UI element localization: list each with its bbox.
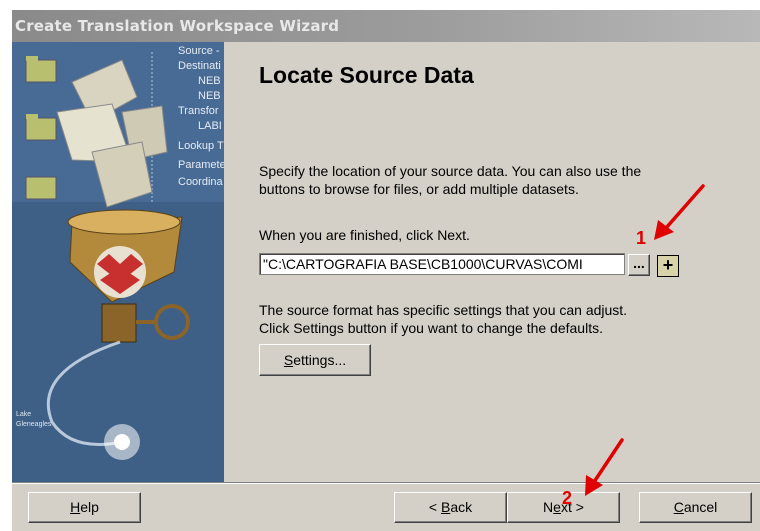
folder-icon xyxy=(25,56,57,83)
source-path-input[interactable]: "C:\CARTOGRAFIA BASE\CB1000\CURVAS\COMI xyxy=(259,253,625,275)
tree-label: NEB xyxy=(198,90,221,102)
browse-button[interactable]: ... xyxy=(628,254,650,276)
settings-info-line: The source format has specific settings … xyxy=(259,302,628,318)
annotation-number: 1 xyxy=(636,228,647,248)
button-separator xyxy=(12,482,760,484)
tree-label: Destinati xyxy=(178,60,221,72)
wizard-window: Create Translation Workspace Wizard Lake… xyxy=(12,10,760,531)
title-bar[interactable]: Create Translation Workspace Wizard xyxy=(12,10,760,42)
add-dataset-button[interactable]: + xyxy=(657,255,679,277)
annotation-number: 2 xyxy=(562,488,573,508)
wizard-side-image: Lake Gleneagles Source - Destinati NEB N… xyxy=(12,42,224,482)
cancel-button[interactable]: Cancel xyxy=(639,492,752,523)
tree-label: Transfor xyxy=(178,105,219,117)
map-label: Lake xyxy=(16,411,31,418)
description-line: buttons to browse for files, or add mult… xyxy=(259,181,579,197)
description-line: Specify the location of your source data… xyxy=(259,163,642,179)
tree-label: LABI xyxy=(198,120,222,132)
finish-hint: When you are finished, click Next. xyxy=(259,227,470,243)
window-title: Create Translation Workspace Wizard xyxy=(15,17,340,35)
settings-info-line: Click Settings button if you want to cha… xyxy=(259,320,603,336)
page-title: Locate Source Data xyxy=(259,62,474,88)
tree-label: Coordina xyxy=(178,176,224,188)
back-button[interactable]: < Back xyxy=(394,492,507,523)
help-button[interactable]: Help xyxy=(28,492,141,523)
tree-label: NEB xyxy=(198,75,221,87)
folder-icon xyxy=(25,114,57,141)
folder-icon xyxy=(25,176,57,200)
map-label: Gleneagles xyxy=(16,421,52,428)
settings-button[interactable]: Settings... xyxy=(259,344,371,376)
tree-label: Source - xyxy=(178,45,220,57)
tree-label: Lookup T xyxy=(178,140,224,152)
tree-label: Paramete xyxy=(178,159,224,171)
